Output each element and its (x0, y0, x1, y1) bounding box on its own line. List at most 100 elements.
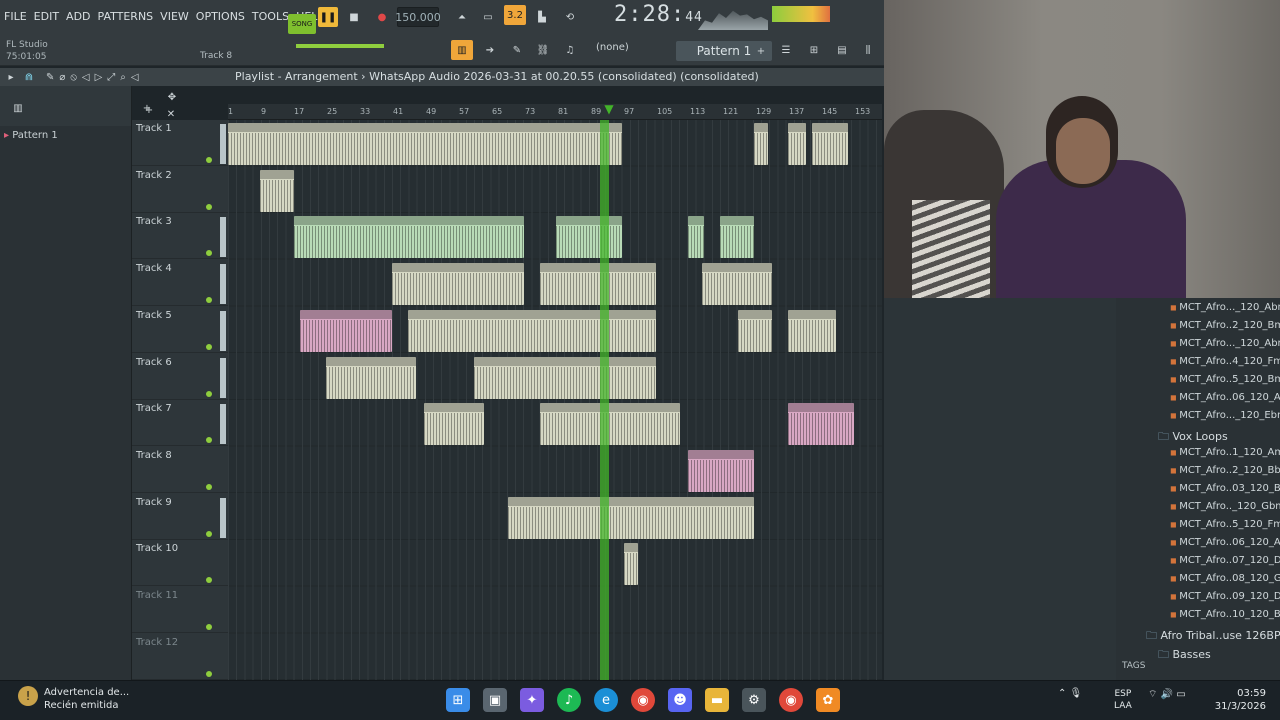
menu-edit[interactable]: EDIT (34, 10, 59, 23)
timeline-ruler[interactable]: 1 9 17 25 33 41 49 57 65 73 81 89 97 105 113 121 129 137 1… (228, 104, 882, 120)
track-mute-led[interactable] (206, 157, 212, 163)
arrow-icon[interactable]: ➔ (480, 40, 500, 60)
picker-tab-icon[interactable]: ▥ (8, 98, 28, 118)
library-item[interactable]: MCT_Afro..._120_Abm (1170, 302, 1280, 313)
vox-item[interactable]: MCT_Afro..06_120_A (1170, 537, 1280, 548)
menu-patterns[interactable]: PATTERNS (98, 10, 154, 23)
audio-clip[interactable] (624, 543, 638, 586)
audio-clip[interactable] (408, 309, 656, 352)
file-explorer-icon[interactable]: ▣ (483, 688, 507, 712)
vox-loops-folder[interactable]: Vox Loops (1158, 428, 1228, 447)
track-selector-bar[interactable] (220, 310, 226, 351)
track-mute-led[interactable] (206, 624, 212, 630)
audio-clip[interactable] (788, 403, 854, 446)
track-header[interactable]: Track 9 (132, 494, 228, 540)
playlist-grid[interactable] (228, 120, 882, 680)
audio-clip[interactable] (540, 403, 680, 446)
audio-clip[interactable] (300, 309, 392, 352)
mixer-button[interactable]: ☰ (776, 40, 796, 60)
play-button[interactable]: ❚❚ (318, 7, 338, 27)
library-item[interactable]: MCT_Afro..06_120_A (1170, 392, 1280, 403)
playlist-menu-icon[interactable]: ▸ (4, 67, 18, 87)
audio-clip[interactable] (556, 216, 622, 259)
move-icon[interactable]: ✥ (164, 87, 180, 107)
track-mute-led[interactable] (206, 437, 212, 444)
audio-clip[interactable] (788, 309, 836, 352)
vox-item[interactable]: MCT_Afro..07_120_D (1170, 555, 1280, 566)
track-selector-bar[interactable] (220, 264, 226, 305)
vox-item[interactable]: MCT_Afro..10_120_B (1170, 609, 1280, 620)
track-header[interactable]: Track 11 (132, 587, 228, 633)
menu-file[interactable]: FILE (4, 10, 27, 23)
audio-clip[interactable] (688, 216, 704, 259)
fl-studio-icon[interactable]: ✿ (816, 688, 840, 712)
add-pattern-button[interactable]: + (754, 41, 768, 61)
basses-folder[interactable]: Basses (1158, 646, 1211, 665)
audio-clip[interactable] (754, 123, 768, 165)
blend-icon[interactable]: ▙ (532, 7, 552, 27)
audio-clip[interactable] (294, 216, 524, 259)
pattern-item[interactable]: Pattern 1 (4, 130, 58, 141)
tempo-display[interactable]: 150.000 (395, 7, 441, 27)
playhead-marker[interactable]: ▼ (603, 102, 615, 116)
step-edit-icon[interactable]: 3.2 (504, 5, 526, 25)
vox-item[interactable]: MCT_Afro..09_120_D (1170, 591, 1280, 602)
vox-item[interactable]: MCT_Afro..1_120_Am (1170, 447, 1280, 458)
pat-song-toggle[interactable]: SONG (288, 14, 316, 34)
menu-options[interactable]: OPTIONS (196, 10, 245, 23)
vox-item[interactable]: MCT_Afro..03_120_B (1170, 483, 1280, 494)
audio-clip[interactable] (474, 356, 656, 399)
track-selector-bar[interactable] (220, 357, 226, 398)
piano-roll-button[interactable]: ▤ (832, 40, 852, 60)
track-mute-led[interactable] (206, 390, 212, 397)
tools-icon[interactable]: ✎⌀⦸◁▷⤢⌕◁ (46, 67, 196, 87)
audio-clip[interactable] (812, 123, 848, 165)
track-mute-led[interactable] (206, 343, 212, 350)
playhead[interactable] (600, 120, 609, 680)
record-button[interactable]: ● (372, 7, 392, 27)
spotify-icon[interactable]: ♪ (557, 688, 581, 712)
audio-clip[interactable] (688, 449, 754, 492)
edge-icon[interactable]: e (594, 688, 618, 712)
audio-clip[interactable] (540, 263, 656, 306)
audio-clip[interactable] (508, 496, 754, 539)
menu-tools[interactable]: TOOLS (252, 10, 289, 23)
pencil-icon[interactable]: ✎ (507, 40, 527, 60)
track-mute-led[interactable] (206, 203, 212, 210)
audio-clip[interactable] (260, 169, 294, 212)
playlist-button[interactable]: ▥ (451, 40, 473, 60)
track-header[interactable]: Track 5 (132, 307, 228, 353)
track-mute-led[interactable] (206, 250, 212, 257)
audio-clip[interactable] (424, 403, 484, 446)
library-item[interactable]: MCT_Afro..4_120_Fm (1170, 356, 1280, 367)
track-header[interactable]: Track 7 (132, 400, 228, 447)
vox-item[interactable]: MCT_Afro..5_120_Fm (1170, 519, 1280, 530)
track-header[interactable]: Track 12 (132, 634, 228, 680)
channel-rack-button[interactable]: ⊞ (804, 40, 824, 60)
none-selector[interactable]: (none) (596, 42, 629, 53)
afro-tribal-folder[interactable]: Afro Tribal..use 126BPM (1146, 627, 1280, 646)
track-selector-bar[interactable] (220, 497, 226, 538)
audio-clip[interactable] (228, 123, 622, 165)
track-mute-led[interactable] (206, 577, 212, 584)
track-header[interactable]: Track 2 (132, 167, 228, 213)
audio-clip[interactable] (788, 123, 806, 165)
add-icon[interactable]: + (142, 100, 156, 120)
vox-item[interactable]: MCT_Afro..08_120_G (1170, 573, 1280, 584)
master-volume-slider[interactable] (296, 44, 384, 48)
track-header[interactable]: Track 6 (132, 354, 228, 400)
link-icon[interactable]: ⛓ (533, 40, 553, 60)
vox-item[interactable]: MCT_Afro..2_120_Bb (1170, 465, 1280, 476)
audio-clip[interactable] (738, 309, 772, 352)
menu-view[interactable]: VIEW (160, 10, 189, 23)
loop-record-icon[interactable]: ⟲ (560, 7, 580, 27)
track-header[interactable]: Track 10 (132, 540, 228, 587)
discord-icon[interactable]: ☻ (668, 688, 692, 712)
library-item[interactable]: MCT_Afro..2_120_Bm (1170, 320, 1280, 331)
metronome-icon[interactable]: ⏶ (452, 7, 472, 27)
audio-clip[interactable] (720, 216, 754, 259)
audio-clip[interactable] (392, 263, 524, 306)
browser-button[interactable]: ⫼ (858, 40, 878, 60)
notification[interactable]: ! Advertencia de... Recién emitida (18, 686, 129, 712)
magnet-icon[interactable]: ⋒ (22, 67, 36, 87)
